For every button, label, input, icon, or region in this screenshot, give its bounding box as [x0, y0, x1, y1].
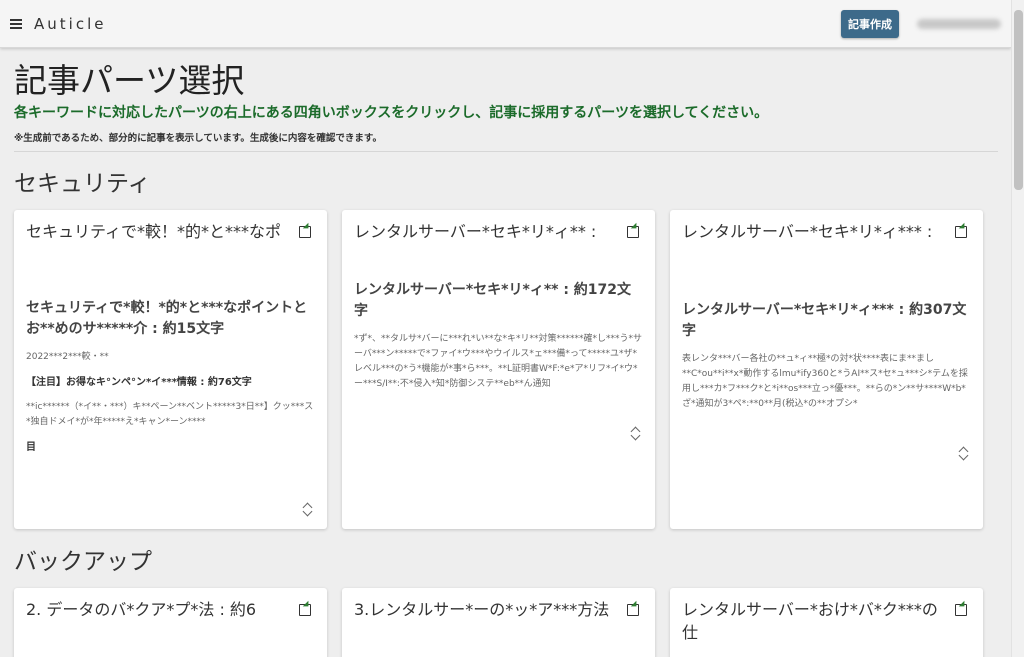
card-heading: 2. データのバ*クア*プ*法 : 約6 — [26, 600, 257, 619]
expand-collapse-icon[interactable] — [630, 426, 642, 440]
scrollbar-thumb[interactable] — [1014, 10, 1023, 190]
card-text: *ず*、**タルサ*バーに***れ*い**な*キ*リ**対策******確*し*… — [354, 334, 643, 389]
app-bar: Auticle 記事作成 — [0, 0, 1011, 48]
user-name-redacted[interactable] — [917, 18, 1001, 29]
cursor-arrow-icon — [961, 601, 969, 609]
section-title-security: セキュリティ — [14, 171, 151, 197]
instruction-text: 各キーワードに対応したパーツの右上にある四角いボックスをクリックし、記事に採用す… — [14, 105, 769, 121]
part-card: レンタルサーバー*セキ*リ*ィ*** : レンタルサーバー*セキ*リ*ィ*** … — [670, 210, 983, 529]
card-body: レンタルサーバー*セキ*リ*ィ*** : 約307文字 表レンタ***バー各社の… — [682, 300, 972, 412]
cursor-arrow-icon — [305, 601, 313, 609]
expand-collapse-icon[interactable] — [958, 446, 970, 460]
hamburger-menu-icon[interactable] — [10, 18, 22, 29]
card-body: セキュリティで*較！*的*と***なポイントとお**めのサ*****介 : 約1… — [26, 298, 316, 455]
card-text: 2022***2***較・** — [26, 352, 109, 362]
card-subtitle: レンタルサーバー*セキ*リ*ィ*** : 約307文字 — [682, 302, 967, 339]
preview-note: ※生成前であるため、部分的に記事を表示しています。生成後に内容を確認できます。 — [14, 133, 382, 144]
brand-logo[interactable]: Auticle — [34, 15, 106, 33]
cursor-arrow-icon — [305, 223, 313, 231]
part-card: セキュリティで*較！*的*と***なポ セキュリティで*較！*的*と***なポイ… — [14, 210, 327, 529]
part-card: 2. データのバ*クア*プ*法 : 約6 — [14, 588, 327, 657]
main-content: 記事パーツ選択 各キーワードに対応したパーツの右上にある四角いボックスをクリック… — [0, 48, 1011, 657]
expand-collapse-icon[interactable] — [302, 502, 314, 516]
card-heading: セキュリティで*較！*的*と***なポ — [26, 222, 282, 241]
part-card: レンタルサーバー*セキ*リ*ィ** : レンタルサーバー*セキ*リ*ィ** : … — [342, 210, 655, 529]
page-title: 記事パーツ選択 — [14, 61, 245, 100]
card-mini-title: 【注目】お得なキ°ンペ°ン*イ***情報 : 約76文字 — [26, 377, 252, 388]
card-text: 表レンタ***バー各社の**ュ*ィ**極*の対*状****表にま**まし**C*… — [682, 354, 968, 409]
card-heading: レンタルサーバー*おけ*バ*ク***の仕 — [682, 600, 938, 642]
divider — [14, 151, 998, 152]
cursor-arrow-icon — [633, 601, 641, 609]
card-heading: レンタルサーバー*セキ*リ*ィ** : — [354, 222, 597, 241]
card-heading: 3.レンタルサー*ーの*ッ*ア***方法 — [354, 600, 610, 619]
page-scrollbar[interactable] — [1011, 0, 1024, 657]
card-subtitle: レンタルサーバー*セキ*リ*ィ** : 約172文字 — [354, 282, 632, 319]
card-heading: レンタルサーバー*セキ*リ*ィ*** : — [682, 222, 933, 241]
cursor-arrow-icon — [633, 223, 641, 231]
section-title-backup: バックアップ — [14, 549, 152, 575]
card-subtitle: セキュリティで*較！*的*と***なポイントとお**めのサ*****介 : 約1… — [26, 300, 308, 337]
part-card: 3.レンタルサー*ーの*ッ*ア***方法 — [342, 588, 655, 657]
cursor-arrow-icon — [961, 223, 969, 231]
card-mini-title-2: 目 — [26, 442, 36, 453]
part-card: レンタルサーバー*おけ*バ*ク***の仕 — [670, 588, 983, 657]
create-article-button[interactable]: 記事作成 — [841, 9, 899, 38]
card-text-2: **ic******（*イ**・***）キ**ペーン**ベント*****3*日*… — [26, 402, 314, 427]
card-body: レンタルサーバー*セキ*リ*ィ** : 約172文字 *ず*、**タルサ*バーに… — [354, 280, 644, 392]
